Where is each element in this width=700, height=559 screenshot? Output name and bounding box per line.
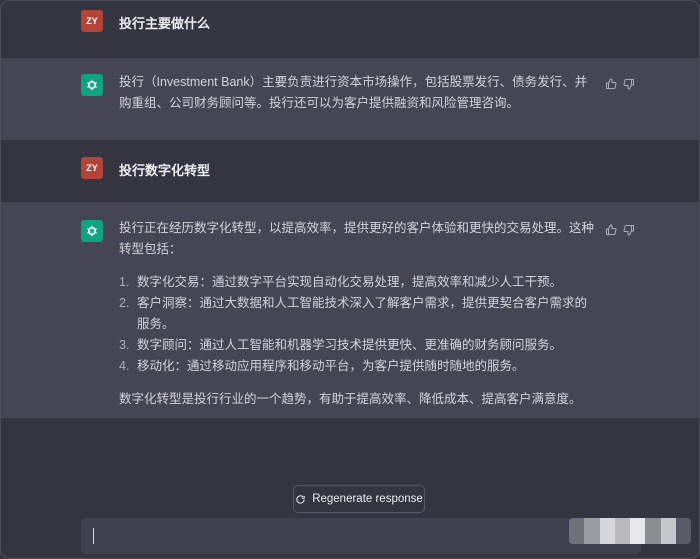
- regenerate-response-button[interactable]: Regenerate response: [293, 485, 425, 513]
- thumbs-up-icon[interactable]: [605, 223, 617, 235]
- list-item: 1. 数字化交易：通过数字平台实现自动化交易处理，提高效率和减少人工干预。: [119, 272, 594, 293]
- chatgpt-logo-icon: [81, 74, 103, 96]
- list-number: 1.: [119, 275, 130, 289]
- user-message-row: ZY 投行主要做什么: [1, 1, 699, 41]
- list-number: 4.: [119, 359, 130, 373]
- user-message-row: ZY 投行数字化转型: [1, 140, 699, 202]
- user-avatar: ZY: [81, 10, 103, 32]
- assistant-message-row: 投行正在经历数字化转型，以提高效率，提供更好的客户体验和更快的交易处理。这种转型…: [1, 202, 699, 418]
- refresh-icon: [295, 494, 306, 505]
- text-cursor: [93, 528, 94, 544]
- assistant-message-text: 投行（Investment Bank）主要负责进行资本市场操作，包括股票发行、债…: [119, 72, 594, 114]
- list-item-text: 数字化交易：通过数字平台实现自动化交易处理，提高效率和减少人工干预。: [137, 275, 563, 289]
- thumbs-up-icon[interactable]: [605, 77, 617, 89]
- user-avatar: ZY: [81, 157, 103, 179]
- assistant-paragraph: 投行（Investment Bank）主要负责进行资本市场操作，包括股票发行、债…: [119, 75, 588, 110]
- assistant-message-row: 投行（Investment Bank）主要负责进行资本市场操作，包括股票发行、债…: [1, 58, 699, 140]
- list-number: 2.: [119, 296, 130, 310]
- assistant-message-text: 投行正在经历数字化转型，以提高效率，提供更好的客户体验和更快的交易处理。这种转型…: [119, 218, 594, 410]
- feedback-buttons: [605, 223, 635, 236]
- list-item-text: 数字顾问：通过人工智能和机器学习技术提供更快、更准确的财务顾问服务。: [137, 338, 563, 352]
- feedback-buttons: [605, 77, 635, 90]
- user-message-text: 投行主要做什么: [119, 16, 211, 31]
- assistant-intro: 投行正在经历数字化转型，以提高效率，提供更好的客户体验和更快的交易处理。这种转型…: [119, 221, 595, 256]
- transformation-list: 1. 数字化交易：通过数字平台实现自动化交易处理，提高效率和减少人工干预。 2. 客…: [119, 272, 594, 377]
- message-input[interactable]: [81, 518, 641, 554]
- thumbs-down-icon[interactable]: [623, 77, 635, 90]
- list-number: 3.: [119, 338, 130, 352]
- list-item: 2. 客户洞察：通过大数据和人工智能技术深入了解客户需求，提供更契合客户需求的服务…: [119, 293, 594, 335]
- list-item-text: 移动化：通过移动应用程序和移动平台，为客户提供随时随地的服务。: [137, 359, 525, 373]
- redacted-area: [569, 518, 691, 544]
- list-item: 3. 数字顾问：通过人工智能和机器学习技术提供更快、更准确的财务顾问服务。: [119, 335, 594, 356]
- list-item-text: 客户洞察：通过大数据和人工智能技术深入了解客户需求，提供更契合客户需求的服务。: [137, 296, 588, 331]
- thumbs-down-icon[interactable]: [623, 223, 635, 236]
- user-message-text: 投行数字化转型: [119, 163, 211, 178]
- chat-window: ZY 投行主要做什么 投行（Investment Bank）主要负责进行资本市场…: [0, 0, 700, 559]
- chatgpt-logo-icon: [81, 220, 103, 242]
- assistant-outro: 数字化转型是投行行业的一个趋势，有助于提高效率、降低成本、提高客户满意度。: [119, 392, 582, 406]
- list-item: 4. 移动化：通过移动应用程序和移动平台，为客户提供随时随地的服务。: [119, 356, 594, 377]
- regenerate-label: Regenerate response: [312, 493, 423, 505]
